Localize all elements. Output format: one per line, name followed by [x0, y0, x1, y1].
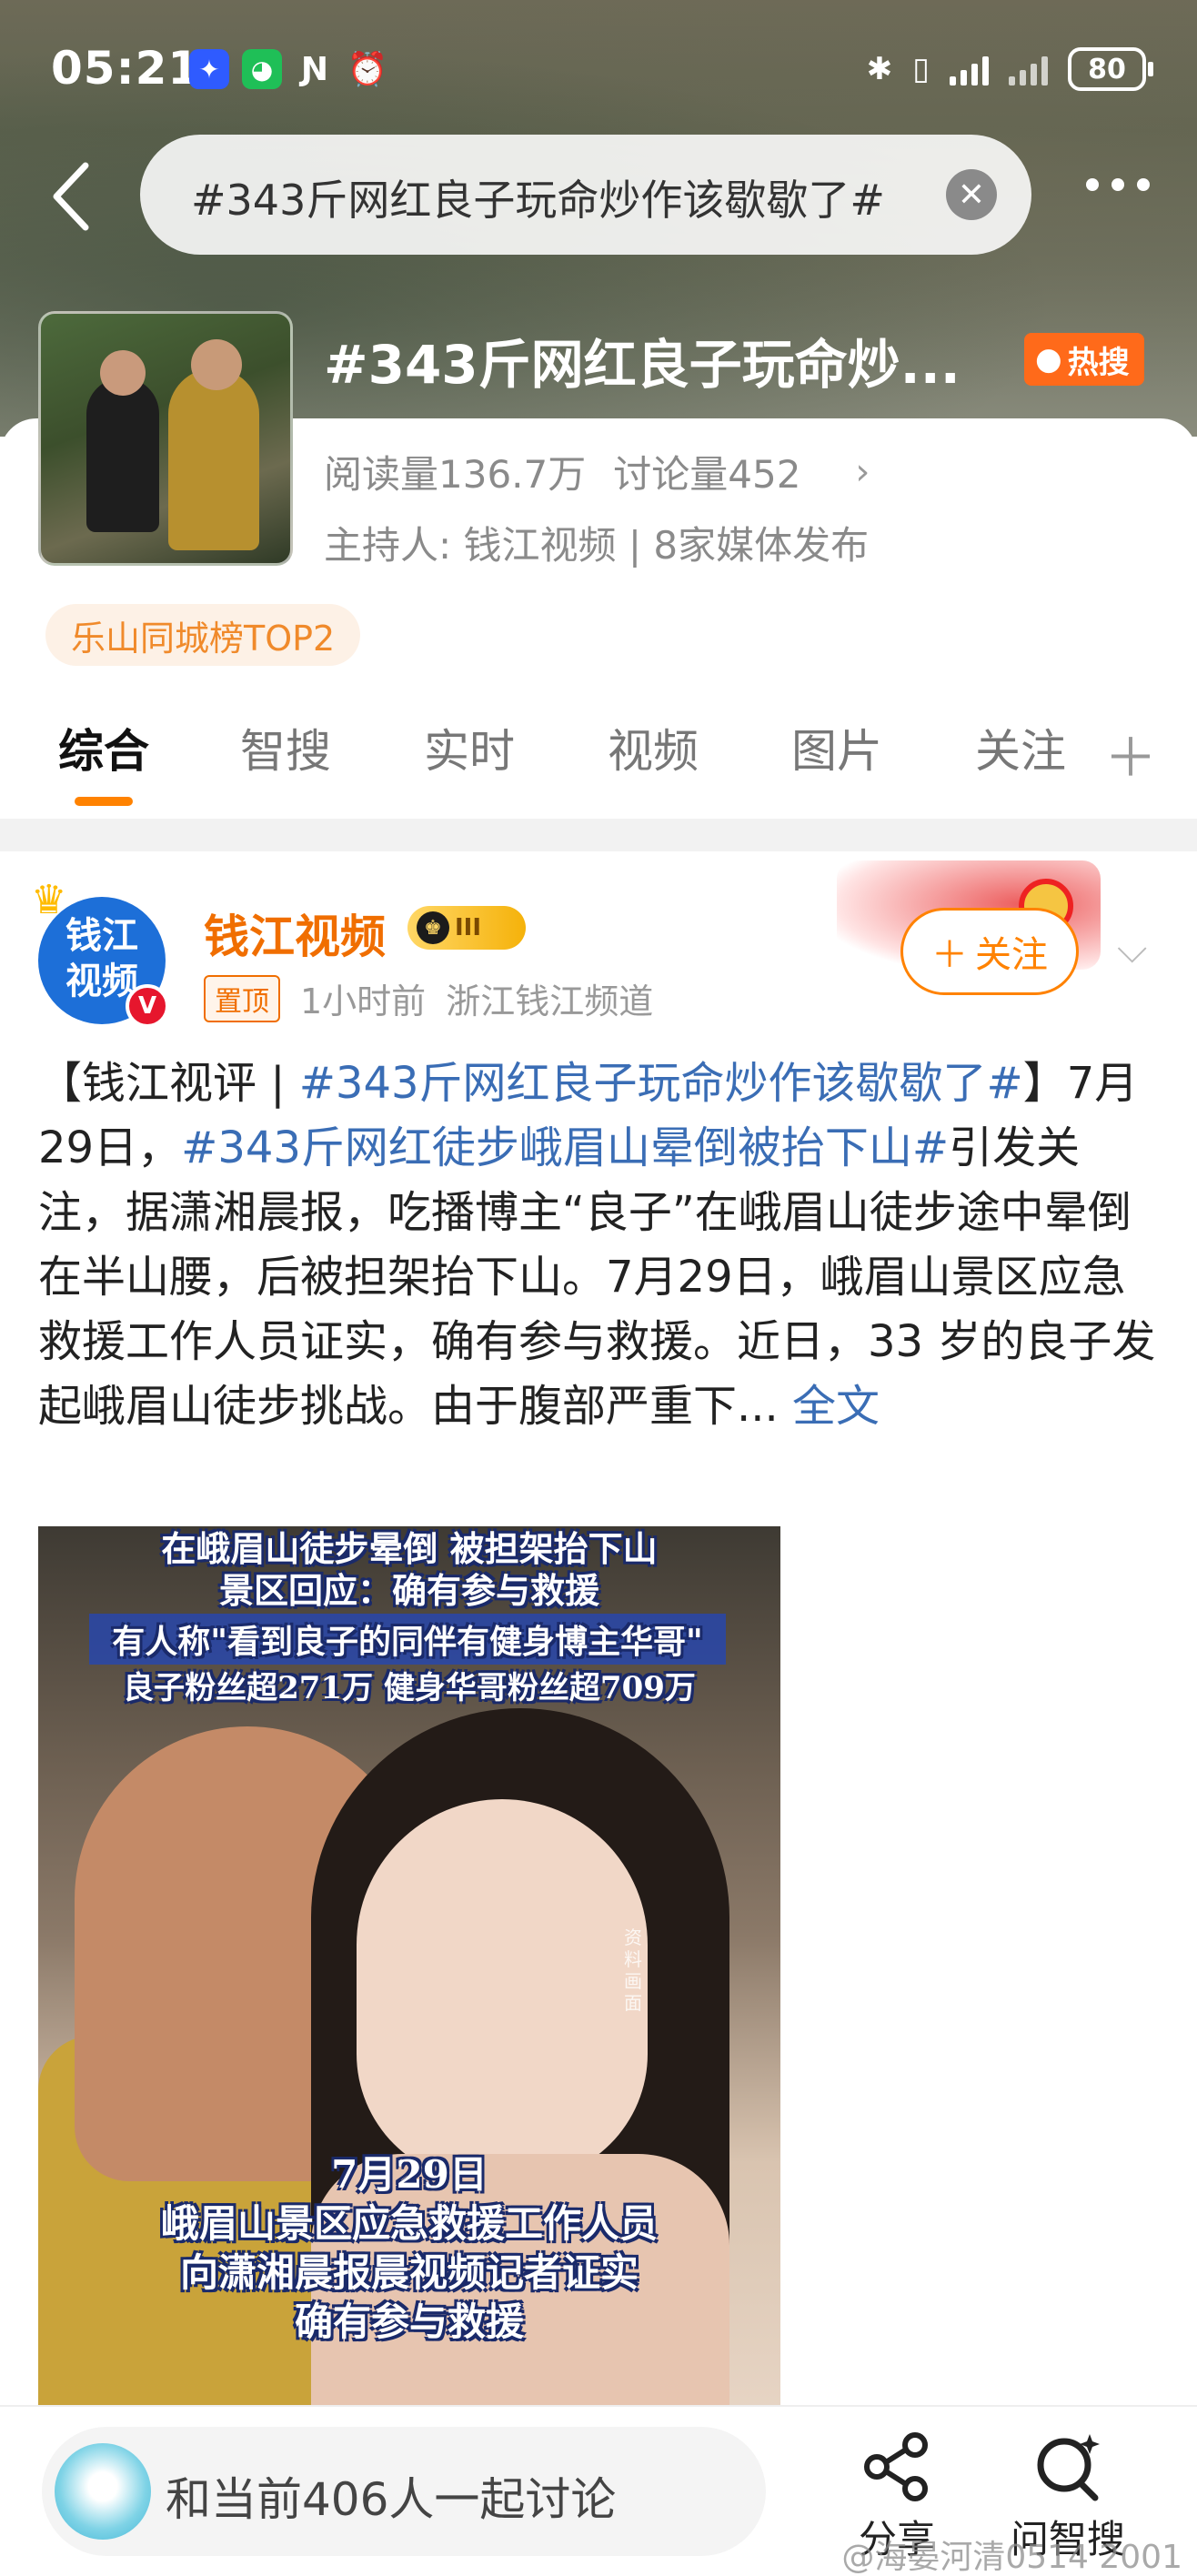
- section-divider: [0, 819, 1197, 851]
- pinned-tag: 置顶: [204, 974, 280, 1022]
- read-count: 阅读量136.7万: [324, 452, 587, 497]
- watermark: @海晏河清0514 2001: [841, 2539, 1182, 2576]
- tab-following[interactable]: 关注: [975, 715, 1066, 780]
- text-segment: 【钱江视评 |: [38, 1058, 299, 1109]
- topic-host[interactable]: 主持人: 钱江视频 | 8家媒体发布: [324, 515, 869, 570]
- discussion-prompt: 和当前406人一起讨论: [166, 2473, 617, 2526]
- smart-search-icon: [1037, 2434, 1100, 2501]
- rank-tag[interactable]: 乐山同城榜TOP2: [45, 604, 361, 666]
- search-input[interactable]: #343斤网红良子玩命炒作该歇歇了# ✕: [140, 135, 1031, 255]
- archive-footage-note: 资料画面: [624, 1927, 642, 2014]
- nfc-icon: Ɲ: [300, 50, 329, 88]
- expand-full-text-link[interactable]: 全文: [779, 1381, 880, 1432]
- author-name[interactable]: 钱江视频: [204, 901, 386, 966]
- more-options-button[interactable]: [1086, 178, 1150, 191]
- tab-comprehensive[interactable]: 综合: [58, 715, 149, 780]
- location-pin-icon: ●: [1035, 341, 1062, 377]
- app-notification-icon: ✦: [189, 49, 229, 89]
- discussion-input[interactable]: 和当前406人一起讨论: [42, 2427, 766, 2556]
- hashtag-link[interactable]: #343斤网红良子玩命炒作该歇歇了#: [299, 1058, 1023, 1109]
- tab-bar: 综合 智搜 实时 视频 图片 关注 ＋: [0, 715, 1197, 815]
- user-avatar: [55, 2443, 151, 2540]
- status-bar: 05:21 ✦ ◕ Ɲ ⏰ ✱ ▯ 80: [0, 0, 1197, 136]
- close-icon[interactable]: ✕: [946, 169, 997, 220]
- wechat-icon: ◕: [242, 49, 282, 89]
- topic-thumbnail[interactable]: [38, 311, 293, 566]
- chevron-down-icon[interactable]: ⌵: [1117, 926, 1147, 972]
- post-time: 1小时前: [300, 981, 427, 1021]
- post-source: 浙江钱江频道: [446, 981, 654, 1021]
- discussion-count: 讨论量452: [613, 452, 801, 497]
- post-meta: 置顶 1小时前 浙江钱江频道: [204, 973, 653, 1023]
- battery-icon: 80: [1068, 47, 1153, 91]
- hot-search-label: 热搜: [1067, 344, 1130, 381]
- vibrate-icon: ▯: [912, 51, 930, 87]
- chevron-right-icon: ›: [855, 450, 870, 493]
- video-caption: 良子粉丝超271万 健身华哥粉丝超709万: [123, 1670, 696, 1706]
- topic-title: #343斤网红良子玩命炒...: [324, 334, 961, 396]
- alarm-icon: ⏰: [347, 51, 388, 88]
- level-text: III: [455, 914, 482, 941]
- system-icons: ✱ ▯ 80: [866, 47, 1153, 91]
- bluetooth-icon: ✱: [866, 51, 893, 87]
- notification-icons: ✦ ◕ Ɲ ⏰: [189, 49, 387, 89]
- hashtag-link[interactable]: #343斤网红徒步峨眉山晕倒被抬下山#: [181, 1122, 949, 1173]
- video-caption: 峨眉山景区应急救援工作人员: [160, 2201, 658, 2246]
- verified-icon: V: [126, 984, 169, 1028]
- video-bottom-caption: 7月29日 峨眉山景区应急救援工作人员 向潇湘晨报晨视频记者证实 确有参与救援: [38, 2150, 780, 2347]
- video-caption: 7月29日: [331, 2152, 488, 2197]
- back-button[interactable]: [45, 160, 100, 233]
- video-caption: 确有参与救援: [294, 2299, 524, 2344]
- active-tab-indicator: [75, 797, 133, 806]
- share-icon: [864, 2432, 928, 2501]
- post-card: ♛ 钱江视频 V 钱江视频 ♚ III 置顶 1小时前 浙江钱江频道 ＋ 关注 …: [0, 851, 1197, 2436]
- battery-level: 80: [1088, 53, 1126, 86]
- avatar[interactable]: ♛ 钱江视频 V: [31, 877, 169, 1028]
- follow-label: 关注: [975, 934, 1048, 976]
- tab-images[interactable]: 图片: [791, 715, 882, 780]
- add-tab-icon[interactable]: ＋: [1104, 715, 1157, 791]
- status-time: 05:21: [51, 42, 201, 95]
- video-thumbnail[interactable]: 在峨眉山徒步晕倒 被担架抬下山 景区回应：确有参与救援 有人称"看到良子的同伴有…: [38, 1526, 780, 2436]
- hot-search-badge[interactable]: ● 热搜: [1024, 333, 1144, 386]
- crown-level-icon: ♚: [417, 911, 449, 944]
- tab-realtime[interactable]: 实时: [424, 715, 515, 780]
- level-badge: ♚ III: [407, 906, 526, 950]
- tab-video[interactable]: 视频: [608, 715, 699, 780]
- search-query: #343斤网红良子玩命炒作该歇歇了#: [191, 176, 885, 225]
- video-caption: 有人称"看到良子的同伴有健身博主华哥": [89, 1614, 726, 1665]
- video-caption: 景区回应：确有参与救援: [218, 1570, 599, 1611]
- chevron-left-icon: [53, 162, 89, 231]
- tab-smart-search[interactable]: 智搜: [240, 715, 331, 780]
- signal-2-icon: [1009, 53, 1048, 86]
- plus-icon: ＋: [931, 934, 968, 976]
- topic-stats[interactable]: 阅读量136.7万 讨论量452 ›: [324, 444, 870, 499]
- video-caption: 向潇湘晨报晨视频记者证实: [179, 2250, 639, 2295]
- post-body: 【钱江视评 | #343斤网红良子玩命炒作该歇歇了#】7月29日，#343斤网红…: [38, 1052, 1166, 1439]
- follow-button[interactable]: ＋ 关注: [900, 908, 1079, 995]
- signal-icon: [950, 53, 989, 86]
